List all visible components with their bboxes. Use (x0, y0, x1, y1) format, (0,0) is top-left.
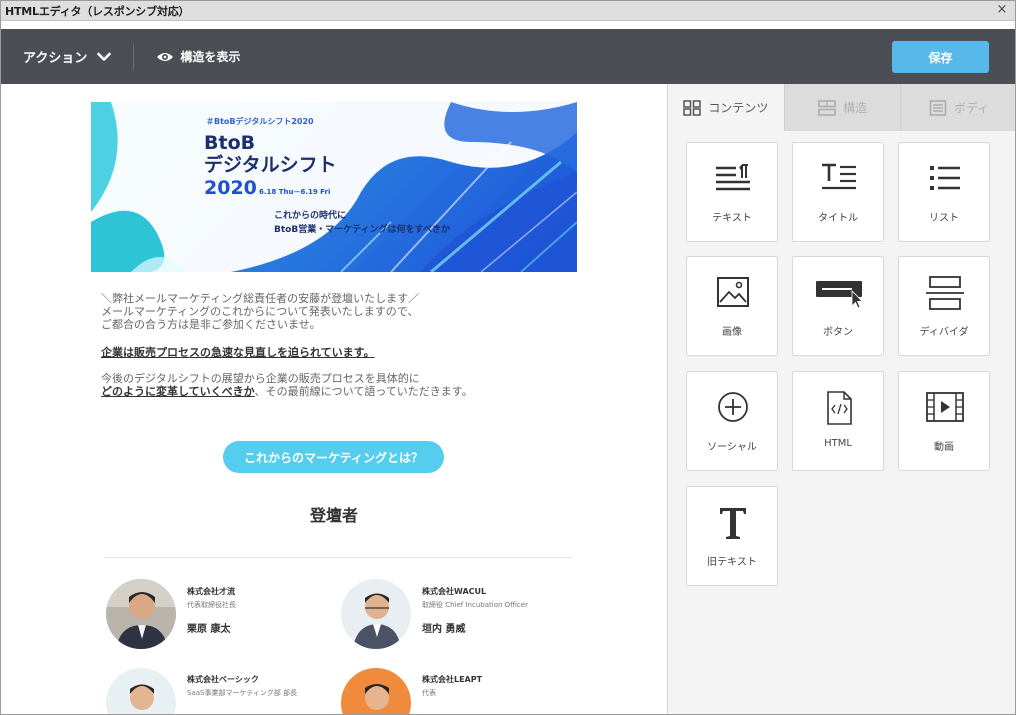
speaker-avatar (106, 668, 176, 714)
block-list[interactable]: リスト (898, 142, 990, 242)
block-label: ボタン (823, 327, 853, 338)
eye-icon (157, 52, 174, 61)
divider-icon (926, 276, 964, 310)
speaker-company: 株式会社ベーシック (187, 675, 259, 684)
speaker-company: 株式会社才流 (187, 587, 235, 596)
blocks-panel: コンテンツ 構造 ボディ テキスト タイトル リスト 画像 ボタン ディバイダ … (667, 84, 1015, 714)
body-icon (929, 99, 947, 116)
speaker-photo (341, 668, 411, 714)
detail-line-2: どのように変革していくべきか、その最前線について語っていただきます。 (101, 385, 621, 398)
block-image[interactable]: 画像 (686, 256, 778, 356)
button-icon (816, 281, 862, 309)
cta-button[interactable]: これからのマーケティングとは？ (223, 441, 444, 473)
action-menu[interactable]: アクション (1, 29, 133, 84)
speaker-photo (106, 579, 176, 649)
legacy-text-icon (720, 508, 746, 539)
tab-label: 構造 (843, 101, 868, 115)
intro-line-3: ご都合の合う方は是非ご参加くださいませ。 (101, 318, 321, 331)
speaker-role: 代表 (422, 689, 436, 697)
block-label: リスト (929, 213, 959, 224)
tab-label: コンテンツ (708, 101, 769, 115)
block-divider[interactable]: ディバイダ (898, 256, 990, 356)
speaker-company: 株式会社WACUL (422, 587, 487, 596)
video-icon (926, 392, 964, 422)
hero-background-graphic (91, 102, 577, 272)
block-label: タイトル (818, 213, 858, 224)
window-title: HTMLエディタ（レスポンシブ対応） (5, 4, 190, 18)
block-label: HTML (824, 438, 852, 449)
speaker-role: 代表取締役社長 (187, 601, 236, 609)
tab-contents[interactable]: コンテンツ (668, 84, 784, 131)
speaker-name: 栗原 康太 (187, 624, 231, 635)
hero-title-line1: BtoB (204, 132, 256, 154)
hero-subtitle-line1: これからの時代に (274, 211, 347, 221)
block-html[interactable]: HTML (792, 371, 884, 471)
intro-line-2: メールマーケティングのこれからについて発表いたしますので、 (101, 305, 419, 318)
save-button[interactable]: 保存 (892, 41, 989, 73)
block-text[interactable]: テキスト (686, 142, 778, 242)
hero-title-line2: デジタルシフト (204, 154, 337, 176)
toolbar-divider (133, 43, 135, 70)
html-icon (827, 391, 852, 425)
speakers-heading: 登壇者 (309, 506, 358, 525)
list-icon (930, 166, 960, 190)
social-icon (718, 392, 748, 422)
title-bar: HTMLエディタ（レスポンシブ対応） × (1, 1, 1015, 21)
block-legacy-text[interactable]: 旧テキスト (686, 486, 778, 586)
html-editor-window: HTMLエディタ（レスポンシブ対応） × アクション 構造を表示 保存 ＃Bto… (0, 0, 1016, 715)
speaker-company: 株式会社LEAPT (422, 675, 483, 684)
image-icon (717, 277, 749, 307)
speaker-role: SaaS事業部マーケティング部 部長 (187, 689, 298, 697)
block-label: 画像 (722, 327, 742, 338)
block-social[interactable]: ソーシャル (686, 371, 778, 471)
email-canvas[interactable]: ＃BtoBデジタルシフト2020 BtoB デジタルシフト 2020 6.18 … (1, 84, 667, 714)
action-label: アクション (23, 51, 88, 66)
tab-structure[interactable]: 構造 (783, 84, 901, 131)
structure-icon (818, 99, 836, 116)
speaker-avatar (106, 579, 176, 649)
block-label: 動画 (934, 442, 954, 453)
intro-line-1: ＼弊社メールマーケティング総責任者の安藤が登壇いたします／ (101, 292, 420, 305)
hero-subtitle-line2: BtoB営業・マーケティングは何をすべきか (274, 225, 450, 235)
content-divider (104, 557, 572, 558)
hero-year: 2020 (204, 177, 257, 199)
block-label: ソーシャル (707, 442, 757, 453)
detail-line-1: 今後のデジタルシフトの展望から企業の販売プロセスを具体的に (101, 372, 420, 385)
speaker-role: 取締役 Chief Incubation Officer (422, 601, 528, 609)
detail-rest-text: 、その最前線について語っていただきます。 (254, 385, 473, 398)
speaker-name: 垣内 勇威 (422, 624, 466, 635)
detail-underlined-text: どのように変革していくべきか (101, 385, 255, 398)
block-label: テキスト (712, 213, 752, 224)
tab-label: ボディ (954, 101, 990, 115)
block-label: ディバイダ (919, 327, 969, 338)
panel-tabs: コンテンツ 構造 ボディ (668, 84, 1015, 131)
text-icon (716, 164, 750, 191)
block-label: 旧テキスト (707, 557, 757, 568)
grid-icon (683, 99, 702, 116)
block-title[interactable]: タイトル (792, 142, 884, 242)
chevron-down-icon (97, 52, 112, 61)
hero-hashtag: ＃BtoBデジタルシフト2020 (206, 117, 314, 126)
view-structure-button[interactable]: 構造を表示 (156, 48, 240, 65)
hero-dates: 6.18 Thu－6.19 Fri (259, 188, 331, 196)
block-button[interactable]: ボタン (792, 256, 884, 356)
speaker-photo (106, 668, 176, 714)
speaker-photo (341, 579, 411, 649)
hero-banner-image[interactable]: ＃BtoBデジタルシフト2020 BtoB デジタルシフト 2020 6.18 … (91, 102, 577, 272)
block-video[interactable]: 動画 (898, 371, 990, 471)
title-icon (822, 163, 856, 190)
editor-toolbar: アクション 構造を表示 保存 (1, 29, 1015, 84)
tab-body[interactable]: ボディ (900, 84, 1015, 131)
emphasis-text: 企業は販売プロセスの急速な見直しを迫られています。 (101, 346, 375, 359)
close-icon[interactable]: × (995, 3, 1009, 17)
speaker-avatar (341, 668, 411, 714)
speaker-avatar (341, 579, 411, 649)
view-structure-label: 構造を表示 (180, 50, 241, 64)
